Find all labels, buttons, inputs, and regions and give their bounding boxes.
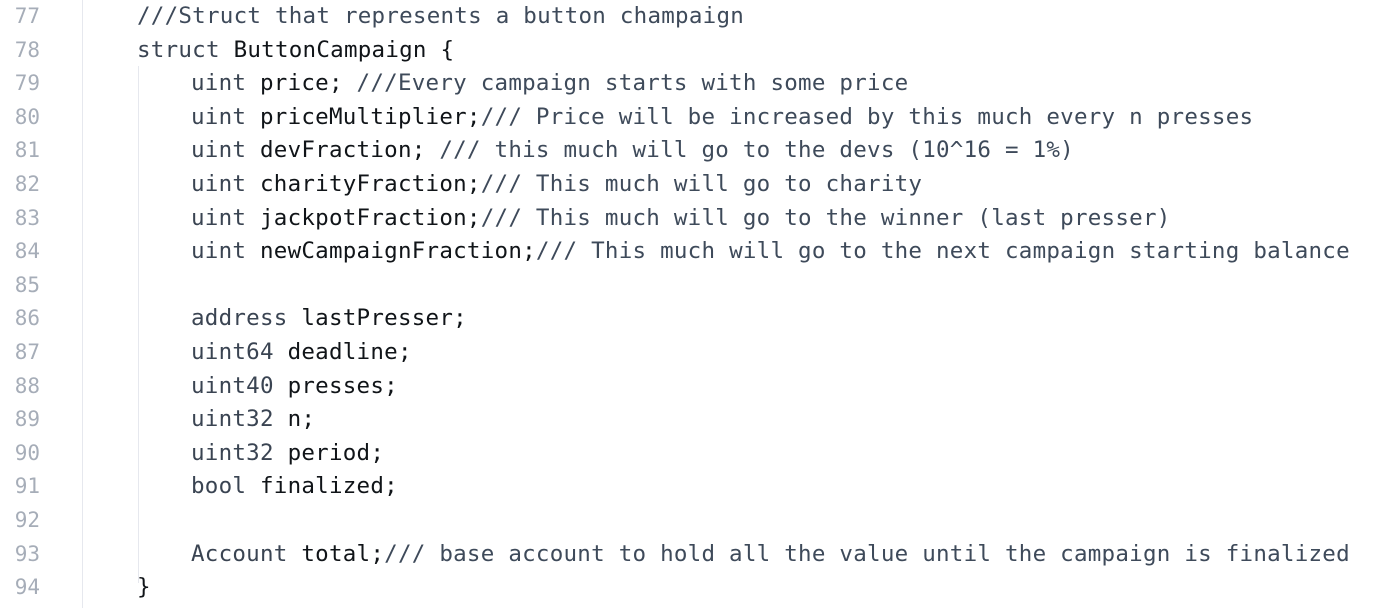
line-number: 90 xyxy=(14,440,40,465)
line-number: 88 xyxy=(14,373,40,398)
line-number: 82 xyxy=(14,172,40,196)
type-token: Account xyxy=(191,540,288,567)
comment-token: /// base account to hold all the value u… xyxy=(384,540,1350,567)
line-number: 80 xyxy=(14,104,40,129)
type-token: uint xyxy=(191,204,247,231)
type-token: uint32 xyxy=(191,406,274,433)
line-number: 81 xyxy=(14,138,40,163)
code-line[interactable]: 91 bool finalized; xyxy=(0,470,1400,504)
type-token: struct xyxy=(137,36,220,63)
code-text: } xyxy=(137,571,151,605)
line-number: 78 xyxy=(14,37,40,62)
type-token: uint xyxy=(191,103,247,130)
line-number: 91 xyxy=(14,474,40,499)
code-line[interactable]: 89 uint32 n; xyxy=(0,403,1400,437)
identifier-token: finalized; xyxy=(259,473,398,500)
code-line[interactable]: 94} xyxy=(0,571,1400,605)
code-line[interactable]: 93 Account total;/// base account to hold… xyxy=(0,538,1400,572)
code-text: uint newCampaignFraction;/// This much w… xyxy=(137,235,1350,269)
code-text: uint32 n; xyxy=(137,403,315,437)
code-text: uint40 presses; xyxy=(137,370,398,404)
identifier-token: price; xyxy=(259,70,343,97)
code-line[interactable]: 79 uint price; ///Every campaign starts w… xyxy=(0,67,1400,101)
line-number: 94 xyxy=(14,575,40,600)
line-number: 79 xyxy=(14,71,40,96)
identifier-token: jackpotFraction; xyxy=(259,204,481,231)
comment-token: /// Price will be increased by this much… xyxy=(480,103,1254,130)
identifier-token: devFraction; xyxy=(259,137,426,164)
code-line[interactable]: 84 uint newCampaignFraction;/// This much… xyxy=(0,235,1400,269)
code-line[interactable]: 85 xyxy=(0,269,1400,303)
line-number: 89 xyxy=(14,407,40,432)
type-token: uint xyxy=(191,238,247,265)
identifier-token: total; xyxy=(301,540,385,567)
identifier-token: n; xyxy=(287,406,316,433)
type-token: uint xyxy=(191,137,247,164)
code-text: Account total;/// base account to hold a… xyxy=(137,538,1350,572)
line-number: 86 xyxy=(14,306,40,331)
line-number: 77 xyxy=(14,4,40,28)
comment-token: /// This much will go to the next campai… xyxy=(535,238,1350,265)
type-token: uint40 xyxy=(191,372,274,399)
code-line[interactable]: 92 xyxy=(0,504,1400,538)
identifier-token: ButtonCampaign { xyxy=(233,36,455,63)
code-line[interactable]: 86 address lastPresser; xyxy=(0,302,1400,336)
type-token: address xyxy=(191,305,288,332)
type-token: uint xyxy=(191,171,247,197)
type-token: uint xyxy=(191,70,247,97)
code-text: uint32 period; xyxy=(137,437,384,471)
identifier-token: priceMultiplier; xyxy=(259,103,481,130)
code-text: uint devFraction; /// this much will go … xyxy=(137,134,1074,168)
code-text: address lastPresser; xyxy=(137,302,467,336)
code-text: uint priceMultiplier;/// Price will be i… xyxy=(137,101,1253,135)
code-line[interactable]: 82 uint charityFraction;/// This much wil… xyxy=(0,168,1400,202)
code-text: uint price; ///Every campaign starts wit… xyxy=(137,67,908,101)
code-text: uint jackpotFraction;/// This much will … xyxy=(137,202,1171,236)
code-line[interactable]: 88 uint40 presses; xyxy=(0,370,1400,404)
code-line[interactable]: 77 ///Struct that represents a button cha… xyxy=(0,0,1400,34)
line-number: 84 xyxy=(14,239,40,264)
code-text: ///Struct that represents a button champ… xyxy=(137,0,744,34)
line-number: 83 xyxy=(14,205,40,230)
identifier-token: lastPresser; xyxy=(301,305,467,332)
comment-token: ///Struct that represents a button champ… xyxy=(137,3,745,29)
comment-token: /// This much will go to charity xyxy=(480,171,923,197)
line-number: 85 xyxy=(14,272,40,297)
comment-token: /// This much will go to the winner (las… xyxy=(480,204,1171,231)
type-token: uint64 xyxy=(191,339,274,365)
code-line[interactable]: 87 uint64 deadline; xyxy=(0,336,1400,370)
code-line[interactable]: 81 uint devFraction; /// this much will g… xyxy=(0,134,1400,168)
code-text: uint64 deadline; xyxy=(137,336,412,370)
identifier-token: newCampaignFraction; xyxy=(259,238,536,265)
type-token: uint32 xyxy=(191,439,274,466)
code-text: bool finalized; xyxy=(137,470,398,504)
identifier-token: } xyxy=(137,574,151,601)
identifier-token: charityFraction; xyxy=(259,171,481,197)
line-number: 93 xyxy=(14,541,40,566)
type-token: bool xyxy=(191,473,247,500)
code-line[interactable]: 80 uint priceMultiplier;/// Price will be… xyxy=(0,101,1400,135)
comment-token: ///Every campaign starts with some price xyxy=(342,70,909,97)
code-line[interactable]: 78 struct ButtonCampaign { xyxy=(0,34,1400,68)
code-text: struct ButtonCampaign { xyxy=(137,34,454,68)
comment-token: /// this much will go to the devs (10^16… xyxy=(425,137,1074,164)
code-editor[interactable]: 77 ///Struct that represents a button cha… xyxy=(0,0,1400,608)
identifier-token: deadline; xyxy=(287,339,412,365)
code-line[interactable]: 83 uint jackpotFraction;/// This much wil… xyxy=(0,202,1400,236)
line-number: 92 xyxy=(14,508,40,532)
code-line[interactable]: 90 uint32 period; xyxy=(0,437,1400,471)
identifier-token: presses; xyxy=(287,372,398,399)
line-number: 87 xyxy=(14,340,40,364)
identifier-token: period; xyxy=(287,439,385,466)
code-text: uint charityFraction;/// This much will … xyxy=(137,168,922,202)
